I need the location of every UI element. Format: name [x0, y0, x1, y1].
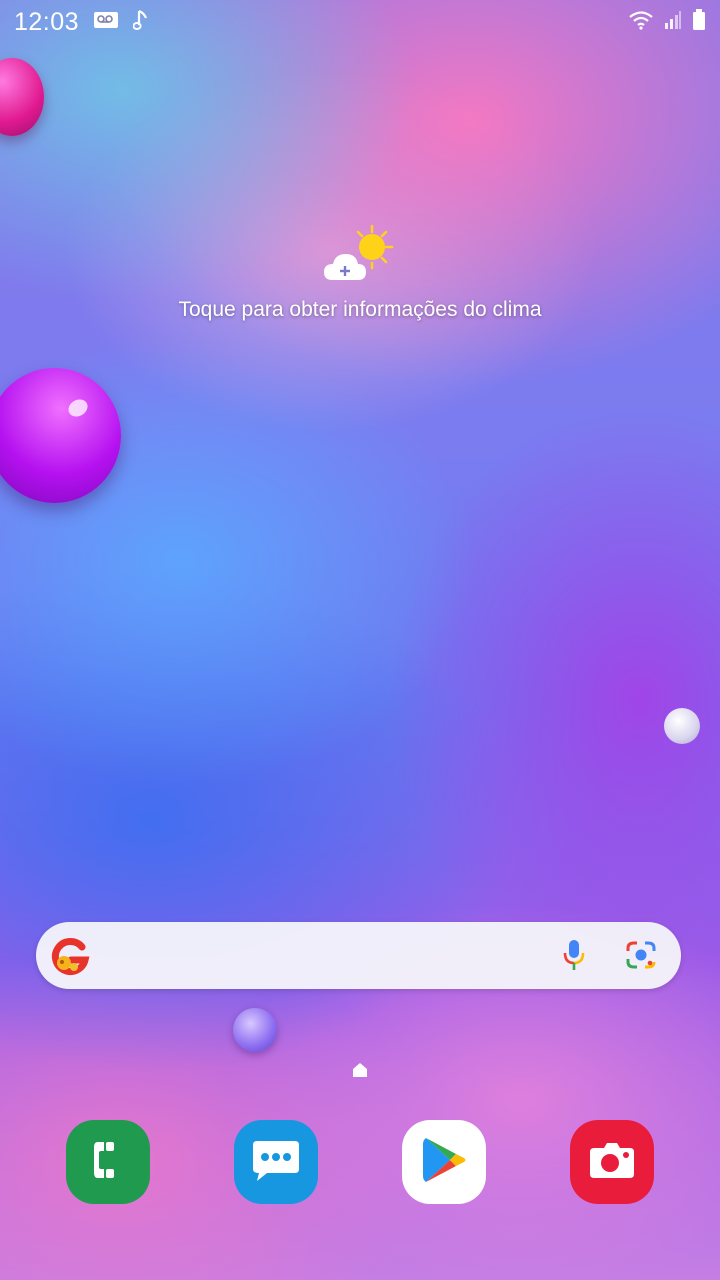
app-dock	[0, 1120, 720, 1204]
wallpaper-bubble-purple	[0, 368, 121, 503]
play-store-icon	[420, 1134, 468, 1191]
wallpaper-bubble-small	[233, 1008, 277, 1052]
status-time: 12:03	[14, 7, 80, 36]
voicemail-icon	[93, 10, 119, 35]
wallpaper-bubble-pink	[0, 58, 44, 136]
music-note-icon	[132, 9, 149, 36]
phone-icon	[88, 1138, 128, 1187]
phone-app[interactable]	[66, 1120, 150, 1204]
wifi-icon	[628, 10, 654, 35]
camera-app[interactable]	[570, 1120, 654, 1204]
chat-bubble-icon	[249, 1135, 303, 1190]
google-doodle-logo[interactable]	[49, 935, 91, 977]
google-search-bar[interactable]	[36, 922, 681, 989]
wallpaper-bubble-white	[664, 708, 700, 744]
home-page-indicator	[352, 1062, 368, 1083]
google-lens-icon[interactable]	[625, 939, 657, 976]
weather-sun-cloud-icon	[160, 222, 560, 288]
camera-icon	[586, 1140, 638, 1185]
battery-icon	[692, 8, 706, 36]
microphone-icon[interactable]	[562, 938, 586, 977]
status-system-icons	[628, 8, 706, 36]
status-notification-icons	[93, 9, 149, 36]
weather-prompt-text: Toque para obter informações do clima	[178, 298, 542, 321]
messages-app[interactable]	[234, 1120, 318, 1204]
status-bar: 12:03	[0, 0, 720, 44]
signal-icon	[664, 10, 682, 35]
play-store-app[interactable]	[402, 1120, 486, 1204]
weather-widget[interactable]: Toque para obter informações do clima	[160, 222, 560, 324]
